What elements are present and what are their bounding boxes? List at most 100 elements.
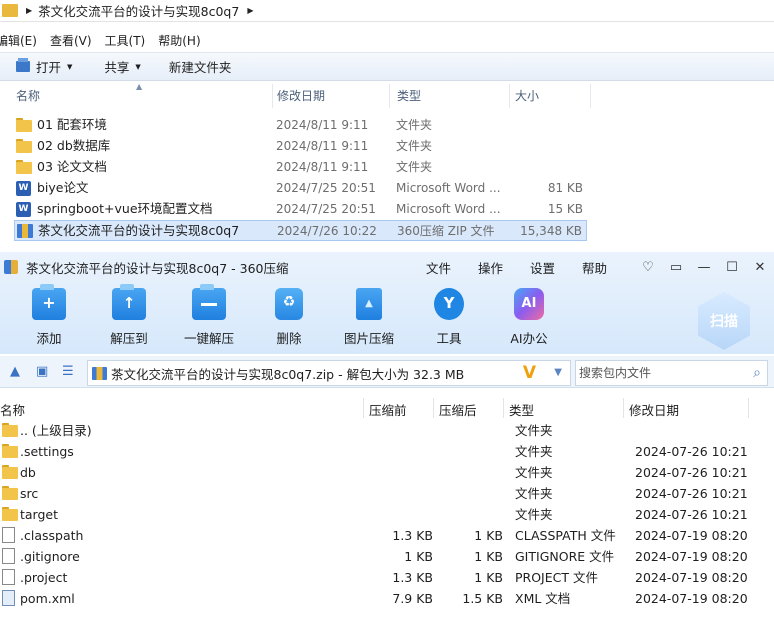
add-icon [32,284,66,320]
archive-row[interactable]: db 文件夹 2024-07-26 10:21 [0,462,774,483]
archive-row[interactable]: .gitignore 1 KB 1 KB GITIGNORE 文件 2024-07-19… [0,546,774,567]
entry-size-before: 1 KB [404,549,433,564]
menu-operate[interactable]: 操作 [478,258,503,277]
chevron-down-icon: ▼ [67,62,73,71]
menu-settings[interactable]: 设置 [530,258,555,277]
archive-row[interactable]: src 文件夹 2024-07-26 10:21 [0,483,774,504]
file-row[interactable]: Wbiye论文 2024/7/25 20:51 Microsoft Word ...… [14,178,587,199]
entry-name: pom.xml [20,591,75,606]
archive-row[interactable]: .settings 文件夹 2024-07-26 10:21 [0,441,774,462]
delete-button[interactable]: 删除 [252,288,326,347]
entry-size-after: 1 KB [474,570,503,585]
column-size[interactable]: 大小 [511,84,591,108]
search-input[interactable] [576,361,736,385]
up-arrow-icon[interactable]: ▲ [10,364,20,379]
archive-row[interactable]: .classpath 1.3 KB 1 KB CLASSPATH 文件 2024-07-… [0,525,774,546]
one-click-extract-button[interactable]: 一键解压 [172,284,246,347]
share-button[interactable]: 共享 ▼ [82,53,150,80]
file-row[interactable]: Wspringboot+vue环境配置文档 2024/7/25 20:51 Micr… [14,199,587,220]
column-name[interactable]: 名称 [0,400,25,419]
column-divider [623,398,624,418]
entry-type: 文件夹 [515,423,553,438]
explorer-column-header: 名称 ▲ 修改日期 类型 大小 [0,82,600,108]
zip-window: 茶文化交流平台的设计与实现8c0q7 - 360压缩 文件 操作 设置 帮助 ♡… [0,252,774,638]
maximize-icon[interactable]: ☐ [718,260,746,275]
file-row[interactable]: 01 配套环境 2024/8/11 9:11 文件夹 [14,115,587,136]
entry-type: PROJECT 文件 [515,570,598,585]
entry-name: .settings [20,444,74,459]
archive-row[interactable]: pom.xml 7.9 KB 1.5 KB XML 文档 2024-07-19 08:2… [0,588,774,609]
file-row[interactable]: 03 论文文档 2024/8/11 9:11 文件夹 [14,157,587,178]
column-date[interactable]: 修改日期 [273,84,390,108]
breadcrumb-chevron-icon[interactable]: ▶ [247,6,253,15]
search-icon[interactable]: ⌕ [753,365,761,381]
entry-size-before: 7.9 KB [392,591,433,606]
close-icon[interactable]: ✕ [746,260,774,275]
file-row[interactable]: 茶文化交流平台的设计与实现8c0q7 2024/7/26 10:22 360压缩 Z… [14,220,587,241]
entry-name: target [20,507,59,522]
archive-row[interactable]: target 文件夹 2024-07-26 10:21 [0,504,774,525]
column-after[interactable]: 压缩后 [439,400,477,419]
entry-size-after: 1 KB [474,549,503,564]
address-bar[interactable]: ▶ 茶文化交流平台的设计与实现8c0q7 ▶ [0,0,774,22]
file-name: 茶文化交流平台的设计与实现8c0q7 [38,223,240,238]
file-type: Microsoft Word ... [396,202,501,216]
word-icon: W [16,202,31,217]
column-type[interactable]: 类型 [509,400,534,419]
archive-row[interactable]: .. (上级目录) 文件夹 [0,420,774,441]
archive-path-box[interactable]: 茶文化交流平台的设计与实现8c0q7.zip - 解包大小为 32.3 MB V… [87,360,571,386]
entry-date: 2024-07-26 10:21 [635,465,748,480]
entry-date: 2024-07-26 10:21 [635,486,748,501]
v-logo-icon[interactable]: V [523,363,536,383]
folder-icon [2,507,18,521]
file-type: Microsoft Word ... [396,181,501,195]
list-view-icon[interactable]: ☰ [62,364,74,379]
file-date: 2024/8/11 9:11 [276,139,369,153]
menu-tools[interactable]: 工具(T) [105,32,146,49]
column-divider [363,398,364,418]
chevron-down-icon[interactable]: ▼ [554,367,562,378]
file-size: 15 KB [547,202,583,216]
delete-icon [275,288,303,320]
thumbnail-view-icon[interactable]: ▣ [36,364,48,379]
skin-icon[interactable]: ♡ [634,260,662,275]
zip-icon [17,224,33,238]
address-path[interactable]: 茶文化交流平台的设计与实现8c0q7 [38,1,239,20]
file-type: 文件夹 [396,118,433,132]
explorer-toolbar: 打开 ▼ 共享 ▼ 新建文件夹 [0,52,774,81]
new-folder-button[interactable]: 新建文件夹 [151,53,242,80]
archive-row[interactable]: .project 1.3 KB 1 KB PROJECT 文件 2024-07-19 0… [0,567,774,588]
menu-edit[interactable]: 编辑(E) [0,32,37,49]
tools-button[interactable]: 工具 [412,288,486,347]
image-compress-button[interactable]: 图片压缩 [332,288,406,347]
file-date: 2024/8/11 9:11 [276,118,369,132]
entry-size-after: 1.5 KB [462,591,503,606]
file-size: 15,348 KB [520,224,582,238]
menu-help[interactable]: 帮助(H) [158,32,200,49]
column-name[interactable]: 名称 [12,84,273,108]
file-name: biye论文 [37,180,89,195]
feedback-icon[interactable]: ▭ [662,260,690,275]
menu-help[interactable]: 帮助 [582,258,607,277]
entry-name: .gitignore [20,549,80,564]
entry-date: 2024-07-19 08:20 [635,591,748,606]
entry-size-before: 1.3 KB [392,570,433,585]
column-before[interactable]: 压缩前 [369,400,407,419]
file-row[interactable]: 02 db数据库 2024/8/11 9:11 文件夹 [14,136,587,157]
menu-file[interactable]: 文件 [426,258,451,277]
menu-bar: 编辑(E) 查看(V) 工具(T) 帮助(H) [0,30,214,50]
breadcrumb-chevron-icon[interactable]: ▶ [26,6,32,15]
column-divider [748,398,749,418]
column-type[interactable]: 类型 [393,84,510,108]
file-icon [2,569,15,585]
file-name: 02 db数据库 [37,138,111,153]
extract-to-button[interactable]: 解压到 [92,284,166,347]
add-button[interactable]: 添加 [12,284,86,347]
xml-file-icon [2,590,15,606]
open-button[interactable]: 打开 ▼ [0,53,82,80]
ai-office-button[interactable]: AI办公 [492,288,566,347]
minimize-icon[interactable]: — [690,260,718,275]
column-date[interactable]: 修改日期 [629,400,679,419]
entry-name: .classpath [20,528,84,543]
menu-view[interactable]: 查看(V) [50,32,92,49]
